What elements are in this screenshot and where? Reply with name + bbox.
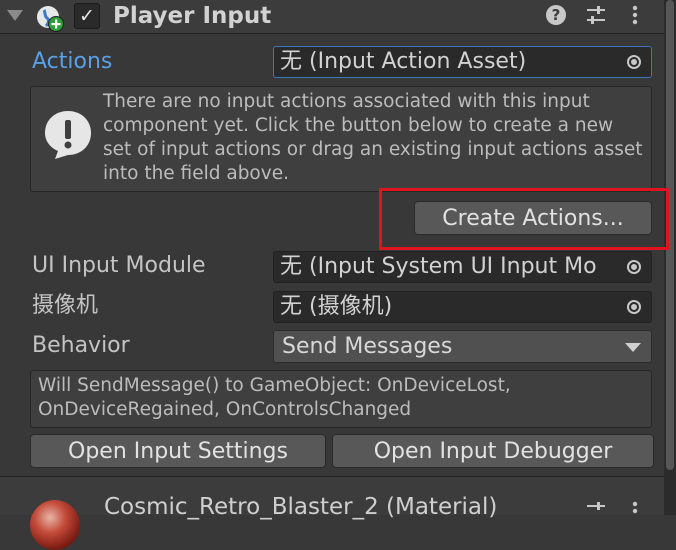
help-box-text: There are no input actions associated wi… [103, 91, 643, 184]
camera-field[interactable]: 无 (摄像机) [273, 291, 652, 323]
ui-input-module-field[interactable]: 无 (Input System UI Input Mo [273, 251, 652, 283]
behavior-dropdown[interactable]: Send Messages [273, 330, 652, 363]
camera-value: 无 (摄像机) [280, 294, 393, 319]
info-box-text: Will SendMessage() to GameObject: OnDevi… [38, 375, 511, 420]
object-picker-icon [627, 300, 641, 314]
actions-label: Actions [32, 49, 113, 74]
red-highlight-box [379, 188, 669, 250]
foldout-arrow-icon[interactable] [7, 10, 23, 21]
behavior-label: Behavior [32, 333, 130, 358]
camera-label: 摄像机 [32, 293, 99, 318]
open-input-debugger-button[interactable]: Open Input Debugger [332, 434, 654, 468]
ui-input-module-value: 无 (Input System UI Input Mo [280, 254, 597, 279]
warning-icon [45, 111, 91, 159]
behavior-value: Send Messages [282, 334, 453, 359]
preset-icon[interactable] [585, 4, 607, 26]
ui-input-module-label: UI Input Module [32, 253, 206, 278]
dropdown-arrow-icon [625, 343, 641, 352]
no-actions-help-box: There are no input actions associated wi… [30, 86, 652, 192]
material-preview-icon [30, 500, 80, 550]
more-menu-icon[interactable] [624, 4, 646, 26]
checkmark-icon: ✓ [79, 5, 95, 27]
player-input-component-icon [37, 6, 64, 32]
more-menu-icon[interactable] [624, 500, 646, 522]
object-picker-icon [627, 260, 641, 274]
object-picker-icon [627, 55, 641, 69]
object-picker-button[interactable] [617, 47, 651, 77]
component-title: Player Input [113, 3, 272, 29]
actions-field-value: 无 (Input Action Asset) [280, 49, 527, 74]
preset-icon[interactable] [585, 500, 607, 522]
object-picker-button[interactable] [617, 292, 651, 322]
open-input-settings-button[interactable]: Open Input Settings [30, 434, 326, 468]
svg-text:?: ? [552, 6, 561, 24]
component-enabled-checkbox[interactable]: ✓ [74, 3, 100, 29]
actions-object-field[interactable]: 无 (Input Action Asset) [273, 46, 652, 78]
send-message-info-box: Will SendMessage() to GameObject: OnDevi… [30, 370, 652, 428]
object-picker-button[interactable] [617, 252, 651, 282]
help-icon[interactable]: ? [545, 4, 567, 26]
material-title: Cosmic_Retro_Blaster_2 (Material) [104, 494, 498, 520]
